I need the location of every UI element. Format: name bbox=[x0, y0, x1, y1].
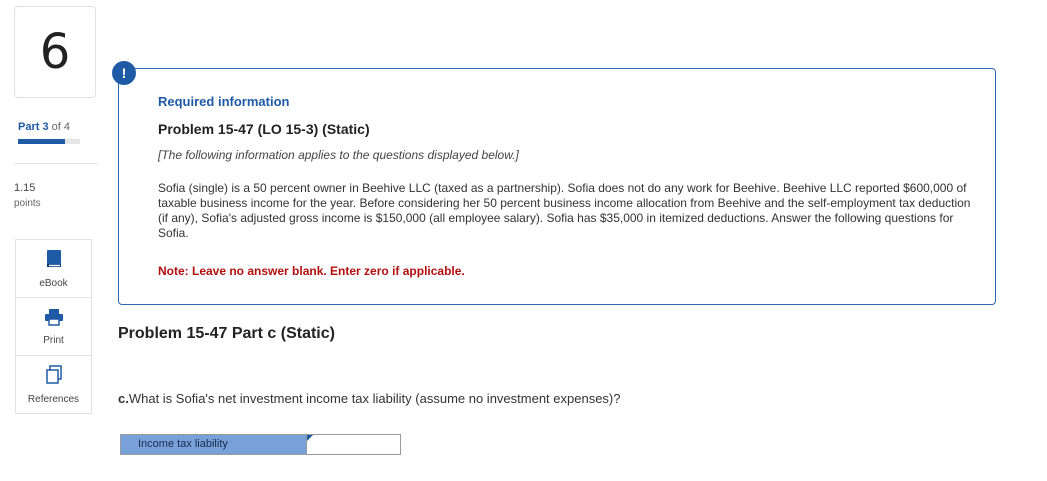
income-tax-liability-input[interactable] bbox=[307, 435, 400, 454]
book-icon bbox=[45, 249, 63, 274]
part-progress-bar bbox=[18, 139, 80, 144]
question-body: What is Sofia's net investment income ta… bbox=[128, 391, 621, 406]
part-of-label: of 4 bbox=[51, 121, 70, 133]
sidebar-divider bbox=[14, 163, 98, 164]
problem-description: Sofia (single) is a 50 percent owner in … bbox=[158, 181, 971, 240]
answer-input-wrapper bbox=[307, 435, 400, 454]
references-icon bbox=[45, 364, 63, 390]
question-prefix: c. bbox=[118, 391, 129, 406]
part-heading: Problem 15-47 Part c (Static) bbox=[118, 325, 335, 342]
part-progress-fill bbox=[18, 139, 65, 144]
question-number: 6 bbox=[14, 6, 96, 98]
alert-icon: ! bbox=[112, 61, 136, 85]
references-label: References bbox=[27, 393, 80, 405]
ebook-label: eBook bbox=[39, 277, 68, 289]
print-label: Print bbox=[43, 334, 64, 346]
references-button[interactable]: References bbox=[16, 356, 91, 413]
required-information-heading: Required information bbox=[158, 94, 290, 109]
part-indicator: Part 3 of 4 bbox=[18, 121, 70, 133]
answer-label: Income tax liability bbox=[121, 435, 307, 454]
required-information-box: Required information Problem 15-47 (LO 1… bbox=[118, 68, 996, 305]
answer-note: Note: Leave no answer blank. Enter zero … bbox=[158, 264, 465, 278]
points-value: 1.15 bbox=[14, 182, 36, 194]
answer-row: Income tax liability bbox=[120, 434, 401, 455]
printer-icon bbox=[44, 308, 64, 331]
question-text: c.What is Sofia's net investment income … bbox=[118, 391, 621, 406]
problem-title: Problem 15-47 (LO 15-3) (Static) bbox=[158, 121, 370, 137]
input-corner-marker bbox=[307, 435, 313, 441]
points-label: points bbox=[14, 198, 41, 209]
tools-panel: eBook Print References bbox=[15, 239, 92, 414]
part-label: Part 3 bbox=[18, 121, 49, 133]
ebook-button[interactable]: eBook bbox=[16, 240, 91, 298]
print-button[interactable]: Print bbox=[16, 298, 91, 356]
instructions-note: [The following information applies to th… bbox=[158, 148, 519, 162]
